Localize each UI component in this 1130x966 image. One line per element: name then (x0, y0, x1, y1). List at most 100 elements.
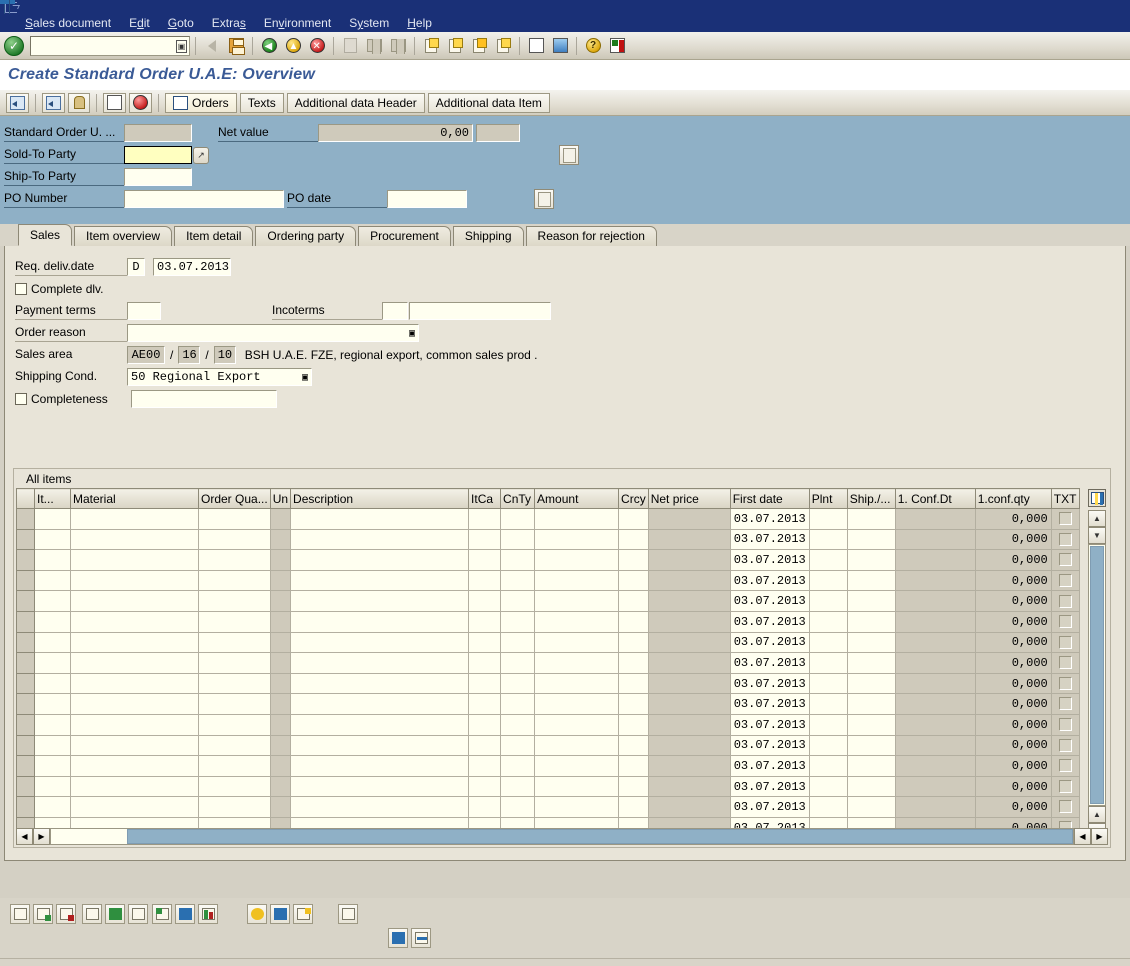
req-deliv-date-type-field[interactable]: D (127, 258, 145, 276)
cell-un[interactable] (270, 632, 290, 653)
cell-amount[interactable] (535, 756, 619, 777)
cell-item[interactable] (35, 756, 71, 777)
column-header-ship[interactable]: Ship./... (847, 489, 895, 509)
text-indicator-box[interactable] (1059, 636, 1072, 649)
cell-description[interactable] (291, 714, 469, 735)
cell-plnt[interactable] (809, 653, 847, 674)
cell-description[interactable] (291, 611, 469, 632)
cell-item[interactable] (35, 714, 71, 735)
cell-ship[interactable] (847, 550, 895, 571)
order-reason-field[interactable]: ▣ (127, 324, 419, 342)
scroll-right-page-button[interactable]: ▶ (1091, 828, 1108, 845)
cell-item[interactable] (35, 673, 71, 694)
cell-amount[interactable] (535, 529, 619, 550)
cell-description[interactable] (291, 529, 469, 550)
cell-conf_dt[interactable] (895, 632, 975, 653)
cell-order_qty[interactable] (199, 611, 271, 632)
cell-order_qty[interactable] (199, 797, 271, 818)
cell-plnt[interactable] (809, 632, 847, 653)
table-row[interactable]: 03.07.20130,000 (17, 735, 1080, 756)
create-shortcut-icon[interactable] (549, 35, 571, 57)
cell-cnty[interactable] (501, 570, 535, 591)
cell-crcy[interactable] (619, 509, 649, 530)
cell-crcy[interactable] (619, 776, 649, 797)
cell-first_date[interactable]: 03.07.2013 (730, 632, 809, 653)
completeness-field[interactable] (131, 390, 277, 408)
column-header-description[interactable]: Description (291, 489, 469, 509)
cell-plnt[interactable] (809, 694, 847, 715)
cell-first_date[interactable]: 03.07.2013 (730, 591, 809, 612)
cell-amount[interactable] (535, 673, 619, 694)
cell-net_price[interactable] (648, 611, 730, 632)
cancel-red-icon[interactable]: ✕ (306, 35, 328, 57)
tab-sales[interactable]: Sales (18, 224, 72, 246)
cell-crcy[interactable] (619, 673, 649, 694)
cell-crcy[interactable] (619, 529, 649, 550)
table-row[interactable]: 03.07.20130,000 (17, 714, 1080, 735)
cell-un[interactable] (270, 570, 290, 591)
table-row[interactable]: 03.07.20130,000 (17, 694, 1080, 715)
sold-to-party-search-icon[interactable]: ↗ (193, 147, 209, 164)
cell-material[interactable] (71, 570, 199, 591)
tab-shipping[interactable]: Shipping (453, 226, 524, 246)
cell-material[interactable] (71, 529, 199, 550)
text-indicator-box[interactable] (1059, 759, 1072, 772)
cell-order_qty[interactable] (199, 776, 271, 797)
text-indicator-box[interactable] (1059, 656, 1072, 669)
cell-item[interactable] (35, 591, 71, 612)
cell-first_date[interactable]: 03.07.2013 (730, 653, 809, 674)
cell-crcy[interactable] (619, 570, 649, 591)
cell-item[interactable] (35, 550, 71, 571)
column-header-net_price[interactable]: Net price (648, 489, 730, 509)
cell-itca[interactable] (469, 653, 501, 674)
items-grid-horizontal-scrollbar[interactable]: ◀ ▶ ◀ ▶ (16, 827, 1108, 845)
cell-un[interactable] (270, 653, 290, 674)
scroll-left-page-button[interactable]: ▶ (33, 828, 50, 845)
cell-first_date[interactable]: 03.07.2013 (730, 735, 809, 756)
cell-material[interactable] (71, 550, 199, 571)
delete-item-icon[interactable] (56, 904, 76, 924)
text-indicator-box[interactable] (1059, 553, 1072, 566)
search-document-icon[interactable] (6, 93, 29, 113)
cell-conf_qty[interactable]: 0,000 (975, 611, 1051, 632)
cell-ship[interactable] (847, 714, 895, 735)
cell-crcy[interactable] (619, 632, 649, 653)
command-field[interactable]: ▣ (30, 36, 190, 56)
cell-cnty[interactable] (501, 714, 535, 735)
cell-txt[interactable] (1051, 632, 1079, 653)
cell-first_date[interactable]: 03.07.2013 (730, 756, 809, 777)
cell-net_price[interactable] (648, 632, 730, 653)
copy-document-icon[interactable] (103, 93, 126, 113)
payment-terms-field[interactable] (127, 302, 161, 320)
cell-first_date[interactable]: 03.07.2013 (730, 509, 809, 530)
text-indicator-box[interactable] (1059, 595, 1072, 608)
table-row[interactable]: 03.07.20130,000 (17, 550, 1080, 571)
cell-conf_dt[interactable] (895, 735, 975, 756)
configuration-icon[interactable] (152, 904, 172, 924)
cell-txt[interactable] (1051, 509, 1079, 530)
cell-net_price[interactable] (648, 756, 730, 777)
cell-sel[interactable] (17, 756, 35, 777)
cell-conf_qty[interactable]: 0,000 (975, 591, 1051, 612)
item-notes-icon[interactable] (293, 904, 313, 924)
order-reason-dropdown-icon[interactable]: ▣ (409, 326, 415, 343)
find-icon[interactable] (363, 35, 385, 57)
cell-conf_dt[interactable] (895, 611, 975, 632)
cell-order_qty[interactable] (199, 591, 271, 612)
cell-first_date[interactable]: 03.07.2013 (730, 694, 809, 715)
cell-conf_dt[interactable] (895, 694, 975, 715)
cell-un[interactable] (270, 611, 290, 632)
completeness-checkbox[interactable] (15, 393, 27, 405)
cell-plnt[interactable] (809, 509, 847, 530)
cell-crcy[interactable] (619, 735, 649, 756)
cell-txt[interactable] (1051, 694, 1079, 715)
cell-crcy[interactable] (619, 550, 649, 571)
cell-txt[interactable] (1051, 673, 1079, 694)
cell-material[interactable] (71, 611, 199, 632)
cell-itca[interactable] (469, 591, 501, 612)
column-header-first_date[interactable]: First date (730, 489, 809, 509)
statistics-icon[interactable] (198, 904, 218, 924)
availability-icon[interactable] (247, 904, 267, 924)
column-header-txt[interactable]: TXT (1051, 489, 1079, 509)
cell-plnt[interactable] (809, 591, 847, 612)
